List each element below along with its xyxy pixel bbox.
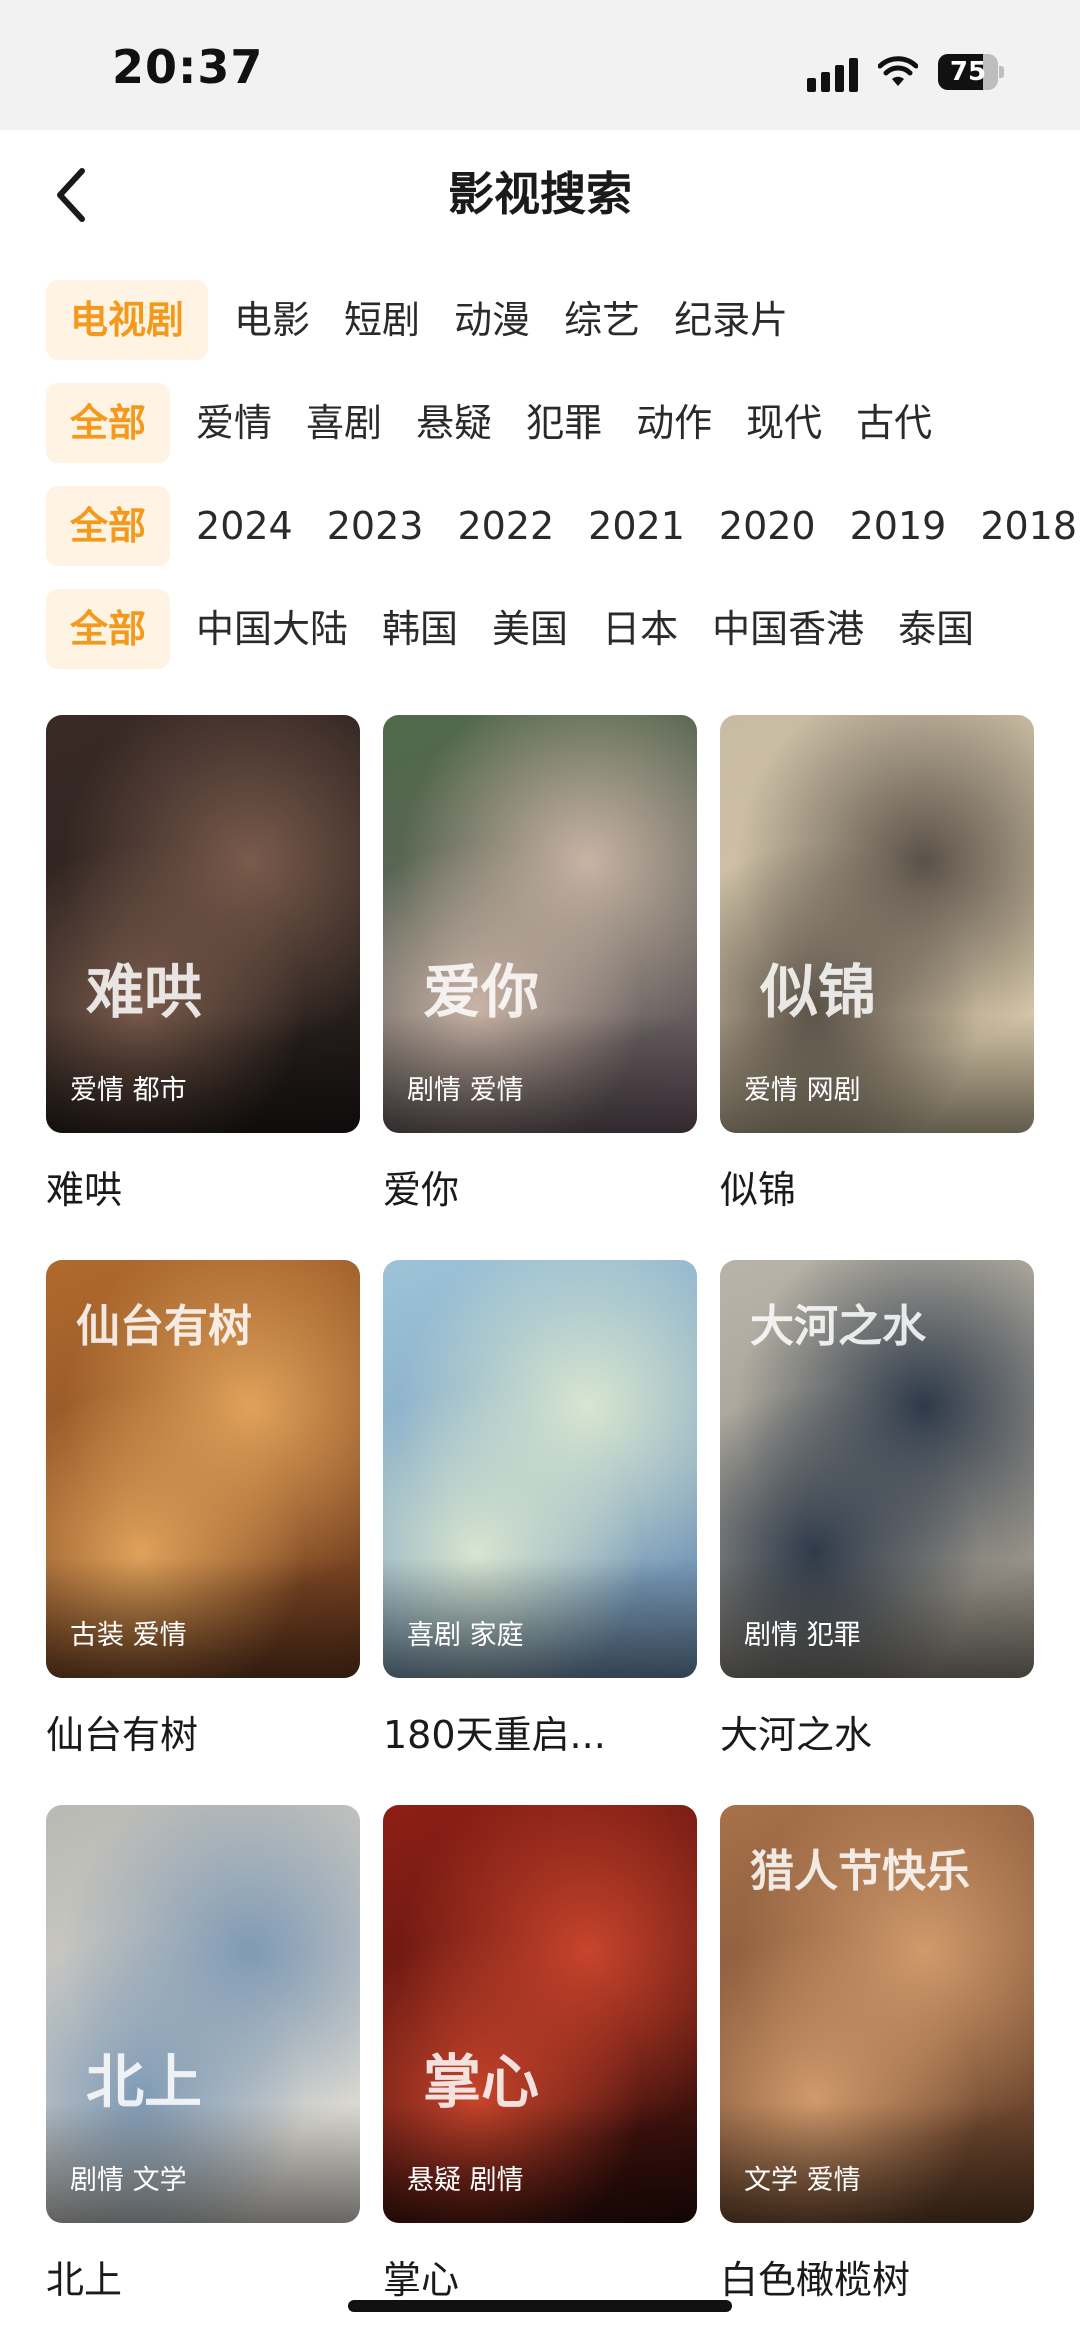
type-filter-row: 电视剧 电影 短剧 动漫 综艺 纪录片 xyxy=(46,280,1080,360)
show-card[interactable]: 大河之水 剧情 犯罪 大河之水 xyxy=(720,1260,1034,1759)
show-tags: 剧情 文学 xyxy=(70,2165,187,2196)
filter-chip-regions[interactable]: 美国 xyxy=(492,589,568,669)
filter-chip-types[interactable]: 短剧 xyxy=(344,280,420,360)
status-time: 20:37 xyxy=(112,40,264,94)
filter-chip-regions[interactable]: 日本 xyxy=(602,589,678,669)
filter-chip-years[interactable]: 2018 xyxy=(980,486,1077,566)
genre-filter-row: 全部 爱情 喜剧 悬疑 犯罪 动作 现代 古代 xyxy=(46,383,1080,463)
filter-chip-genres[interactable]: 现代 xyxy=(746,383,822,463)
filter-chip-years[interactable]: 2022 xyxy=(457,486,554,566)
show-tags: 文学 爱情 xyxy=(744,2165,861,2196)
filter-chip-types[interactable]: 动漫 xyxy=(454,280,530,360)
filter-chip-years[interactable]: 2023 xyxy=(327,486,424,566)
show-tags: 爱情 网剧 xyxy=(744,1075,861,1106)
show-card[interactable]: 喜剧 家庭 180天重启... xyxy=(383,1260,697,1759)
show-poster[interactable]: 北上 剧情 文学 xyxy=(46,1805,360,2223)
show-title[interactable]: 爱你 xyxy=(383,1159,697,1214)
filter-chip-genres[interactable]: 古代 xyxy=(856,383,932,463)
show-poster[interactable]: 大河之水剧情 犯罪 xyxy=(720,1260,1034,1678)
show-title[interactable]: 掌心 xyxy=(383,2249,697,2304)
filter-chip-years[interactable]: 2024 xyxy=(196,486,293,566)
filter-chip-genres[interactable]: 全部 xyxy=(46,383,171,463)
show-title[interactable]: 180天重启... xyxy=(383,1704,697,1759)
show-tags: 古装 爱情 xyxy=(70,1620,187,1651)
show-card[interactable]: 北上 剧情 文学北上 xyxy=(46,1805,360,2304)
show-card[interactable]: 掌心 悬疑 剧情掌心 xyxy=(383,1805,697,2304)
show-poster[interactable]: 似锦 爱情 网剧 xyxy=(720,715,1034,1133)
show-poster[interactable]: 掌心 悬疑 剧情 xyxy=(383,1805,697,2223)
filter-chip-genres[interactable]: 犯罪 xyxy=(526,383,602,463)
cellular-signal-icon xyxy=(807,52,858,92)
filter-chip-years[interactable]: 2019 xyxy=(850,486,947,566)
show-tags: 悬疑 剧情 xyxy=(407,2165,524,2196)
poster-logo: 仙台有树 xyxy=(76,1301,252,1352)
show-tags: 剧情 犯罪 xyxy=(744,1620,861,1651)
show-title[interactable]: 白色橄榄树 xyxy=(720,2249,1034,2304)
filter-chip-regions[interactable]: 泰国 xyxy=(898,589,974,669)
home-indicator xyxy=(348,2300,732,2312)
battery-percent: 75 xyxy=(949,57,987,87)
wifi-icon xyxy=(878,56,918,88)
show-poster[interactable]: 爱你 剧情 爱情 xyxy=(383,715,697,1133)
show-title[interactable]: 大河之水 xyxy=(720,1704,1034,1759)
show-title[interactable]: 北上 xyxy=(46,2249,360,2304)
show-card[interactable]: 猎人节快乐文学 爱情白色橄榄树 xyxy=(720,1805,1034,2304)
filter-chip-regions[interactable]: 韩国 xyxy=(382,589,458,669)
show-poster[interactable]: 难哄 爱情 都市 xyxy=(46,715,360,1133)
poster-logo: 大河之水 xyxy=(750,1301,926,1352)
status-bar: 20:37 75 xyxy=(0,0,1080,130)
show-card[interactable]: 难哄 爱情 都市难哄 xyxy=(46,715,360,1214)
show-card[interactable]: 爱你 剧情 爱情爱你 xyxy=(383,715,697,1214)
filter-chip-regions[interactable]: 全部 xyxy=(46,589,171,669)
battery-icon: 75 xyxy=(938,54,1004,90)
filter-chip-years[interactable]: 2020 xyxy=(719,486,816,566)
filter-chip-genres[interactable]: 喜剧 xyxy=(306,383,382,463)
filter-chip-genres[interactable]: 爱情 xyxy=(196,383,272,463)
show-card[interactable]: 仙台有树 古装 爱情 仙台有树 xyxy=(46,1260,360,1759)
filter-chip-types[interactable]: 电影 xyxy=(234,280,310,360)
filter-chip-genres[interactable]: 悬疑 xyxy=(416,383,492,463)
show-poster[interactable]: 喜剧 家庭 xyxy=(383,1260,697,1678)
show-title[interactable]: 难哄 xyxy=(46,1159,360,1214)
filter-chip-genres[interactable]: 动作 xyxy=(636,383,712,463)
show-poster[interactable]: 仙台有树古装 爱情 xyxy=(46,1260,360,1678)
show-poster[interactable]: 猎人节快乐文学 爱情 xyxy=(720,1805,1034,2223)
year-filter-row: 全部 2024 2023 2022 2021 2020 2019 2018 xyxy=(46,486,1080,566)
filter-chip-types[interactable]: 综艺 xyxy=(564,280,640,360)
filter-chip-years[interactable]: 2021 xyxy=(588,486,685,566)
show-card[interactable]: 似锦 爱情 网剧似锦 xyxy=(720,715,1034,1214)
filter-chip-regions[interactable]: 中国香港 xyxy=(712,589,864,669)
status-icons: 75 xyxy=(807,50,1004,94)
filter-chip-types[interactable]: 电视剧 xyxy=(46,280,209,360)
filter-chip-years[interactable]: 全部 xyxy=(46,486,171,566)
region-filter-row: 全部 中国大陆 韩国 美国 日本 中国香港 泰国 xyxy=(46,589,1080,669)
filter-chip-regions[interactable]: 中国大陆 xyxy=(196,589,348,669)
nav-bar: 影视搜索 xyxy=(0,130,1080,260)
show-tags: 爱情 都市 xyxy=(70,1075,187,1106)
show-tags: 喜剧 家庭 xyxy=(407,1620,524,1651)
show-title[interactable]: 仙台有树 xyxy=(46,1704,360,1759)
page-title: 影视搜索 xyxy=(448,167,632,221)
show-title[interactable]: 似锦 xyxy=(720,1159,1034,1214)
filter-chip-types[interactable]: 纪录片 xyxy=(674,280,788,360)
show-tags: 剧情 爱情 xyxy=(407,1075,524,1106)
poster-logo: 猎人节快乐 xyxy=(750,1846,970,1897)
